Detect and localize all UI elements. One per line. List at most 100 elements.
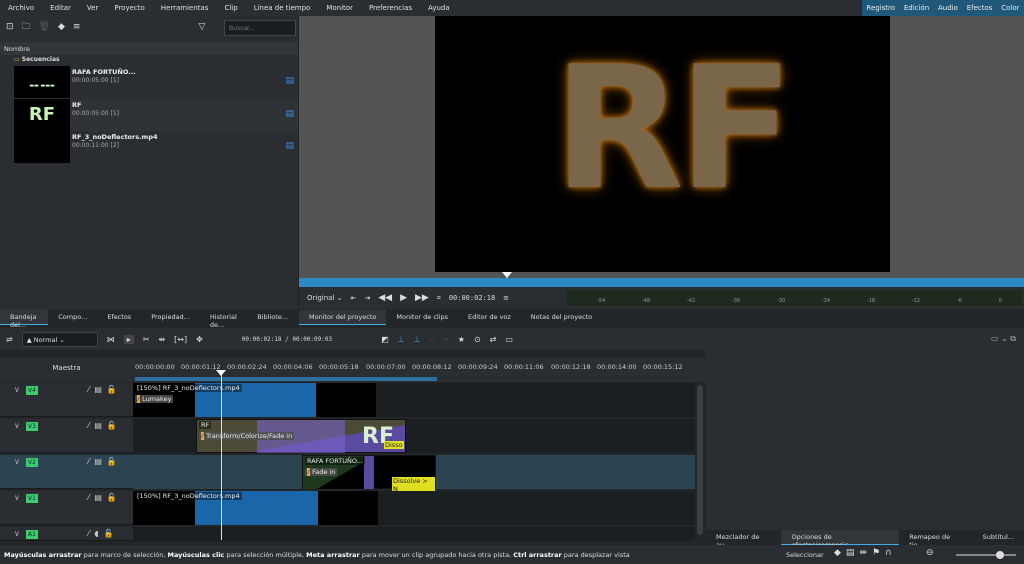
- clip[interactable]: [150%] RF_3_noDeflectors.mp4: [133, 491, 378, 525]
- track-icons[interactable]: ⁄▤🔓: [88, 385, 122, 394]
- filter-icon[interactable]: ▽: [198, 22, 205, 32]
- ripple-icon[interactable]: [↔]: [174, 335, 187, 344]
- composition[interactable]: [364, 456, 374, 489]
- select-tool-icon[interactable]: ▸: [123, 334, 134, 344]
- workspace-efectos[interactable]: Efectos: [967, 4, 993, 12]
- tab-historial[interactable]: Historial de...: [200, 310, 247, 329]
- zoom-out-icon[interactable]: ⊖: [926, 548, 934, 558]
- clip[interactable]: [150%] RF_3_noDeflectors.mp4 ⁄ Lumakey: [133, 383, 376, 417]
- folder-secuencias[interactable]: ▭ Secuencias: [14, 56, 60, 63]
- menu-clip[interactable]: Clip: [216, 4, 245, 12]
- tab-remapeo[interactable]: Remapeo de tie...: [899, 530, 972, 549]
- tab-biblioteca[interactable]: Bibliote...: [247, 310, 298, 325]
- collapse-icon[interactable]: ∨: [14, 421, 20, 430]
- menu-ver[interactable]: Ver: [79, 4, 106, 12]
- track-name[interactable]: V1: [26, 494, 38, 503]
- edit-mode-select[interactable]: ▲ Normal ⌄: [21, 331, 98, 347]
- collapse-icon[interactable]: ∨: [14, 493, 20, 502]
- timeline-zone[interactable]: [135, 377, 437, 381]
- bin-item[interactable]: RF_3_noDeflectors.mp4 00:00:11:00 [2] ▤: [14, 131, 298, 163]
- transition-label[interactable]: Disso: [384, 441, 404, 449]
- lift-icon[interactable]: ··: [430, 335, 435, 344]
- play-icon[interactable]: ▶: [400, 293, 407, 303]
- track-name[interactable]: A1: [26, 530, 38, 539]
- panel-options-icon[interactable]: ▭ ⌄ ⧉: [991, 334, 1016, 344]
- track-icons[interactable]: ⁄▤🔓: [88, 457, 122, 466]
- tab-subtitulos[interactable]: Subtítul...: [973, 530, 1024, 545]
- workspace-registro[interactable]: Registro: [866, 4, 895, 12]
- playhead-marker[interactable]: [216, 370, 226, 376]
- overwrite-icon[interactable]: ⊥: [414, 335, 421, 344]
- monitor-ruler[interactable]: [299, 278, 1024, 287]
- workspace-color[interactable]: Color: [1001, 4, 1019, 12]
- insert-icon[interactable]: ⊥: [398, 335, 405, 344]
- forward-icon[interactable]: ▶▶: [415, 293, 429, 303]
- menu-ayuda[interactable]: Ayuda: [420, 4, 458, 12]
- collapse-icon[interactable]: ∨: [14, 529, 20, 538]
- menu-icon[interactable]: ≡: [73, 22, 81, 32]
- menu-herramientas[interactable]: Herramientas: [153, 4, 217, 12]
- cut-icon[interactable]: ✂: [143, 335, 150, 344]
- tab-editor-voz[interactable]: Editor de voz: [458, 310, 521, 325]
- menu-linea-de-tiempo[interactable]: Línea de tiempo: [246, 4, 319, 12]
- tab-mezclador[interactable]: Mezclador de au...: [706, 530, 781, 549]
- set-in-icon[interactable]: ⇤: [351, 294, 357, 302]
- track-name[interactable]: V4: [26, 386, 38, 395]
- menu-archivo[interactable]: Archivo: [0, 4, 42, 12]
- tab-notas[interactable]: Notas del proyecto: [521, 310, 602, 325]
- select-tool-label[interactable]: Seleccionar: [786, 551, 824, 559]
- tab-composiciones[interactable]: Compo...: [48, 310, 97, 325]
- spacer-icon[interactable]: ⇹: [158, 335, 165, 344]
- clip[interactable]: RF RF ⁄ Transform/Colorize/Fade in Disso: [196, 419, 406, 453]
- tab-propiedades[interactable]: Propiedad...: [141, 310, 200, 325]
- collapse-icon[interactable]: ∨: [14, 457, 20, 466]
- zoom-slider[interactable]: [956, 551, 1016, 559]
- timeline-scrollbar[interactable]: [697, 385, 703, 535]
- tab-bandeja[interactable]: Bandeja del...: [0, 310, 49, 329]
- track-name[interactable]: V2: [26, 458, 38, 467]
- add-clip-icon[interactable]: ⊡: [6, 22, 14, 32]
- meter-tick: -48: [641, 298, 651, 304]
- razor-off-icon[interactable]: ⋈: [107, 335, 115, 344]
- monitor-timecode[interactable]: 00:00:02:18: [449, 294, 495, 302]
- tab-monitor-proyecto[interactable]: Monitor del proyecto: [299, 310, 387, 325]
- clip[interactable]: RAFA FORTUÑO... ⁄ Fade in Dissolve > N: [302, 455, 436, 493]
- tab-monitor-clips[interactable]: Monitor de clips: [386, 310, 458, 325]
- record-icon[interactable]: ⊙: [474, 335, 481, 344]
- tab-efectos[interactable]: Efectos: [97, 310, 141, 325]
- delete-icon[interactable]: 🗑: [39, 22, 50, 32]
- track-name[interactable]: V3: [26, 422, 38, 431]
- snap-icons[interactable]: ◆▤⇹⚑∩: [834, 548, 897, 558]
- workspace-audio[interactable]: Audio: [938, 4, 958, 12]
- timeline-playhead[interactable]: [221, 370, 222, 540]
- collapse-icon[interactable]: ∨: [14, 385, 20, 394]
- set-out-icon[interactable]: ⇥: [364, 294, 370, 302]
- slip-icon[interactable]: ✥: [196, 335, 203, 344]
- add-folder-icon[interactable]: 🗀: [22, 19, 31, 35]
- monitor-menu-icon[interactable]: ≡: [503, 294, 509, 302]
- bin-item[interactable]: RF RF 00:00:05:00 [1] ▤: [14, 99, 298, 131]
- bin-item[interactable]: ▬▬ ▬▬▬ RAFA FORTUÑO... 00:00:05:00 [1] ▤: [14, 66, 298, 98]
- menu-proyecto[interactable]: Proyecto: [106, 4, 152, 12]
- rewind-icon[interactable]: ◀◀: [378, 293, 392, 303]
- column-header-nombre[interactable]: Nombre: [0, 42, 298, 55]
- track-icons[interactable]: ⁄◖🔓: [88, 529, 119, 538]
- subtitle-icon[interactable]: ▭: [505, 335, 513, 344]
- mixer-icon[interactable]: ⇄: [490, 335, 497, 344]
- track-icons[interactable]: ⁄▤🔓: [88, 493, 122, 502]
- fullscreen-icon[interactable]: ⌗: [437, 294, 441, 303]
- track-icons[interactable]: ⁄▤🔓: [88, 421, 122, 430]
- menu-monitor[interactable]: Monitor: [318, 4, 361, 12]
- favorite-icon[interactable]: ★: [458, 335, 465, 344]
- workspace-edicion[interactable]: Edición: [904, 4, 929, 12]
- track-settings-icon[interactable]: ⇌: [6, 335, 13, 344]
- tag-icon[interactable]: ◆: [58, 22, 65, 32]
- menu-editar[interactable]: Editar: [42, 4, 79, 12]
- tab-opciones-efectos[interactable]: Opciones de efectos/composic...: [781, 530, 900, 549]
- search-input[interactable]: [224, 20, 296, 36]
- master-track[interactable]: Maestra: [0, 358, 133, 382]
- composite-icon[interactable]: ◩: [381, 335, 389, 344]
- extract-icon[interactable]: ··: [444, 335, 449, 344]
- menu-preferencias[interactable]: Preferencias: [361, 4, 420, 12]
- zoom-select[interactable]: Original ⌄: [307, 294, 343, 302]
